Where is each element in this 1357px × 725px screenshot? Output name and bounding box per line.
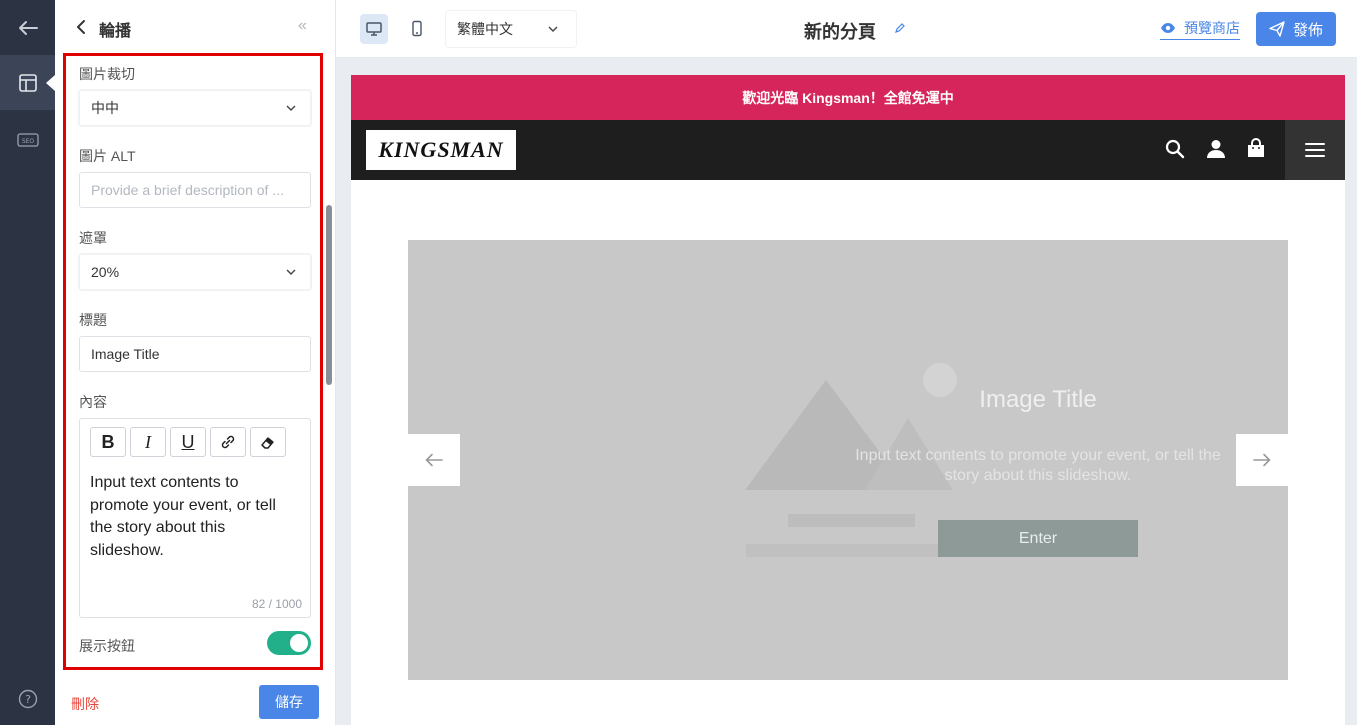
user-icon[interactable] bbox=[1207, 139, 1225, 159]
crop-label: 圖片裁切 bbox=[79, 66, 135, 82]
eraser-icon bbox=[261, 437, 274, 449]
link-button[interactable] bbox=[210, 427, 246, 457]
slide-title: Image Title bbox=[979, 386, 1097, 413]
announcement-bar: 歡迎光臨 Kingsman！全館免運中 bbox=[351, 75, 1345, 120]
underline-button[interactable]: U bbox=[170, 427, 206, 457]
show-button-label: 展示按鈕 bbox=[79, 638, 135, 654]
clear-format-button[interactable] bbox=[250, 427, 286, 457]
rail-active-indicator bbox=[46, 75, 55, 91]
delete-link[interactable]: 刪除 bbox=[71, 694, 99, 714]
desktop-view-button[interactable] bbox=[360, 14, 388, 44]
arrow-left-icon bbox=[18, 20, 38, 35]
publish-button[interactable]: 發佈 bbox=[1256, 12, 1336, 46]
store-logo[interactable]: KINGSMAN bbox=[366, 130, 516, 170]
rich-text-editor[interactable]: B I U Input text contents to promote you… bbox=[79, 418, 311, 618]
panel-footer: 刪除 儲存 bbox=[55, 672, 335, 725]
preview-store-link[interactable]: 預覽商店 bbox=[1160, 18, 1240, 40]
content-text: Input text contents to promote your even… bbox=[90, 474, 276, 559]
panel-scrollbar[interactable] bbox=[326, 205, 332, 385]
seo-button[interactable]: SEO bbox=[0, 112, 55, 167]
alt-input[interactable]: Provide a brief description of ... bbox=[79, 172, 311, 208]
layout-icon bbox=[18, 73, 37, 92]
chevron-left-icon[interactable] bbox=[75, 18, 89, 36]
seo-icon: SEO bbox=[16, 132, 39, 147]
panel-header: 輪播 « bbox=[55, 0, 335, 55]
link-icon bbox=[221, 435, 235, 449]
chevron-down-icon bbox=[286, 105, 296, 111]
eye-icon bbox=[1161, 23, 1175, 33]
chevron-down-icon bbox=[548, 26, 558, 32]
mask-label: 遮罩 bbox=[79, 230, 107, 246]
hamburger-icon bbox=[1305, 143, 1325, 157]
publish-label: 發佈 bbox=[1292, 21, 1323, 39]
content-label: 內容 bbox=[79, 394, 107, 410]
panel-title: 輪播 bbox=[99, 23, 132, 40]
svg-text:?: ? bbox=[25, 693, 31, 706]
title-input[interactable]: Image Title bbox=[79, 336, 311, 372]
title-label: 標題 bbox=[79, 312, 107, 328]
chevron-down-icon bbox=[286, 269, 296, 275]
slide-prev-button[interactable] bbox=[408, 434, 460, 486]
page-title: 新的分頁 bbox=[804, 22, 876, 42]
slideshow: Image Title Input text contents to promo… bbox=[408, 240, 1288, 680]
mask-value: 20% bbox=[91, 264, 120, 280]
mobile-icon bbox=[412, 20, 422, 37]
mask-select[interactable]: 20% bbox=[79, 254, 311, 290]
top-bar: 繁體中文 新的分頁 預覽商店 發佈 bbox=[336, 0, 1357, 58]
arrow-left-icon bbox=[425, 453, 443, 467]
mobile-view-button[interactable] bbox=[403, 14, 431, 44]
arrow-right-icon bbox=[1253, 453, 1271, 467]
language-value: 繁體中文 bbox=[457, 21, 513, 37]
help-button[interactable]: ? bbox=[0, 671, 55, 725]
character-counter: 82 / 1000 bbox=[251, 597, 302, 611]
desktop-icon bbox=[366, 22, 382, 36]
pencil-icon[interactable] bbox=[894, 22, 906, 34]
paper-plane-icon bbox=[1269, 21, 1285, 37]
crop-value: 中中 bbox=[91, 100, 119, 116]
show-button-toggle[interactable] bbox=[267, 631, 311, 655]
alt-label: 圖片 ALT bbox=[79, 148, 136, 164]
menu-button[interactable] bbox=[1285, 120, 1345, 180]
back-arrow-button[interactable] bbox=[0, 0, 55, 55]
italic-button[interactable]: I bbox=[130, 427, 166, 457]
left-rail: SEO ? bbox=[0, 0, 55, 725]
help-icon: ? bbox=[18, 689, 37, 708]
store-navbar: KINGSMAN bbox=[351, 120, 1345, 180]
svg-text:SEO: SEO bbox=[21, 138, 34, 145]
language-select[interactable]: 繁體中文 bbox=[446, 11, 576, 47]
preview-label: 預覽商店 bbox=[1184, 20, 1240, 36]
alt-placeholder: Provide a brief description of ... bbox=[91, 182, 284, 198]
title-value: Image Title bbox=[91, 346, 160, 362]
save-button[interactable]: 儲存 bbox=[259, 685, 319, 719]
collapse-panel-icon[interactable]: « bbox=[298, 17, 307, 35]
slide-text: Input text contents to promote your even… bbox=[855, 447, 1221, 484]
slide-enter-button[interactable]: Enter bbox=[938, 520, 1138, 557]
settings-panel: 輪播 « 圖片裁切 中中 圖片 ALT Provide a brief desc… bbox=[55, 0, 336, 725]
crop-select[interactable]: 中中 bbox=[79, 90, 311, 126]
highlighted-settings-region: 圖片裁切 中中 圖片 ALT Provide a brief descripti… bbox=[63, 53, 323, 670]
toggle-knob bbox=[290, 634, 308, 652]
slide-next-button[interactable] bbox=[1236, 434, 1288, 486]
shopping-bag-icon[interactable] bbox=[1246, 138, 1266, 158]
search-icon[interactable] bbox=[1165, 139, 1185, 159]
store-preview: 歡迎光臨 Kingsman！全館免運中 KINGSMAN Image Title… bbox=[351, 75, 1345, 725]
bold-button[interactable]: B bbox=[90, 427, 126, 457]
